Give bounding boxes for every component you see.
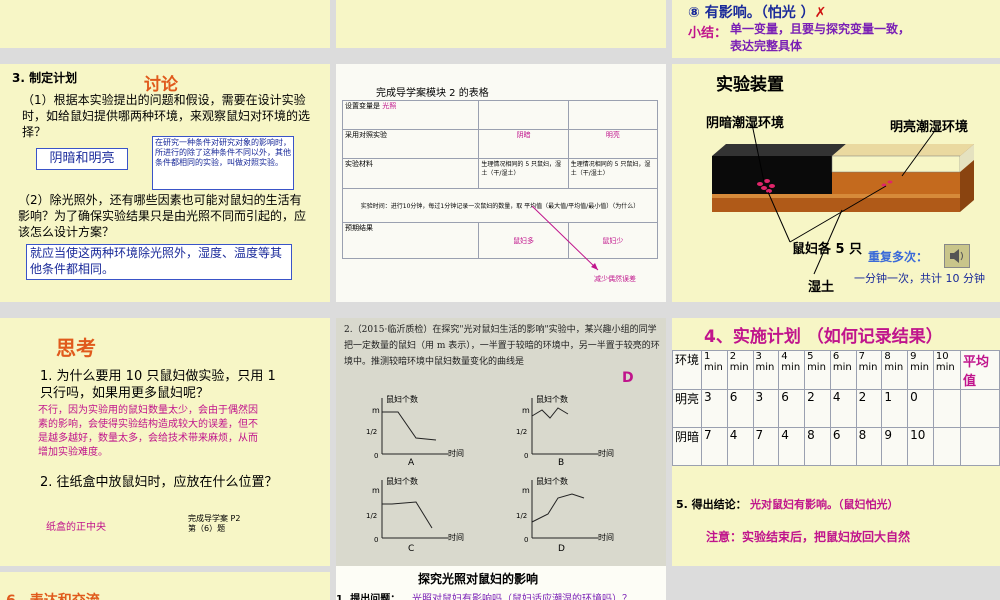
half-a: 1/2: [366, 428, 378, 436]
footer-note: 减少偶然误差: [594, 275, 636, 283]
answer-2-box: 就应当使这两种环境除光照外，湿度、温度等其他条件都相同。: [26, 244, 292, 280]
option-b: B: [558, 458, 565, 468]
summary-label: 小结：: [688, 26, 728, 41]
curve-options: [381, 398, 598, 539]
xlabel-b: 时间: [598, 449, 614, 458]
think-question-2: 2. 往纸盒中放鼠妇时，应放在什么位置？: [40, 475, 278, 490]
repeat-detail: 一分钟一次，共计 10 分钟: [854, 272, 985, 285]
bottom-q-label: 1. 提出问题：: [336, 594, 401, 600]
zero-d: 0: [524, 536, 529, 544]
worksheet-ref: 完成导学案 P2 第（6）题: [188, 514, 241, 533]
option-c: C: [408, 544, 415, 554]
results-table: 环境 1 min 2 min 3 min 4 min 5 min 6 min 7…: [672, 350, 1000, 466]
option-d: D: [558, 544, 565, 554]
option-a: A: [408, 458, 415, 468]
m-a: m: [372, 406, 380, 415]
express-heading: 6、表达和交流: [6, 590, 100, 600]
slide-worksheet-table: 完成导学案模块 2 的表格 设置变量是 光照 采用对照实验 阴暗 明亮 实验材料…: [336, 64, 666, 302]
summary-text2: 表达完整具体: [730, 39, 803, 53]
control-experiment-note: 在研究一种条件对研究对象的影响时，所进行的除了这种条件不同以外，其他条件都相同的…: [152, 136, 294, 190]
half-c: 1/2: [366, 512, 378, 520]
slide-top-right: ⑧ 有影响。（怕光 ）✗ 小结： 单一变量，且要与探究变量一致， 表达完整具体: [672, 0, 1000, 58]
release-note: 注意：实验结束后，把鼠妇放回大自然: [706, 530, 911, 544]
bottom-q-text: 光照对鼠妇有影响吗（鼠妇适应潮湿的环境吗）？: [412, 594, 632, 600]
summary-text1: 单一变量，且要与探究变量一致，: [730, 22, 911, 36]
zero-c: 0: [374, 536, 379, 544]
think-answer-1: 不行，因为实验用的鼠妇数量太少，会由于偶然因素的影响，会使得实验结构造成较大的误…: [38, 405, 258, 458]
slide-exam-question: 2.（2015·临沂质检）在探究"光对鼠妇生活的影响"实验中，某兴趣小组的同学把…: [336, 318, 666, 566]
plan-heading: 3. 制定计划: [12, 71, 78, 85]
half-b: 1/2: [516, 428, 528, 436]
think-question-1: 1. 为什么要用 10 只鼠妇做实验，只用 1 只行吗，如果用更多鼠妇呢？: [40, 369, 276, 401]
bottom-title: 探究光照对鼠妇的影响: [418, 572, 539, 586]
record-heading: 4、实施计划 （如何记录结果）: [704, 327, 943, 347]
ylabel-d: 鼠妇个数: [536, 477, 568, 486]
answer-1-box: 阴暗和明亮: [36, 148, 128, 170]
slide-think: 思考 1. 为什么要用 10 只鼠妇做实验，只用 1 只行吗，如果用更多鼠妇呢？…: [0, 318, 330, 566]
slide-bottom-middle: 探究光照对鼠妇的影响 1. 提出问题： 光照对鼠妇有影响吗（鼠妇适应潮湿的环境吗…: [336, 566, 666, 600]
think-answer-2: 纸盒的正中央: [46, 522, 106, 533]
slide-top-middle: [336, 0, 666, 48]
m-c: m: [372, 486, 380, 495]
slide-record-results: 4、实施计划 （如何记录结果） 环境 1 min 2 min 3 min 4 m…: [672, 318, 1000, 566]
ylabel-a: 鼠妇个数: [386, 395, 418, 404]
slide-bottom-left: 6、表达和交流: [0, 572, 330, 600]
hypothesis-line: ⑧ 有影响。（怕光 ）✗: [688, 5, 827, 21]
speaker-icon[interactable]: [944, 244, 970, 268]
slide-plan: 3. 制定计划 讨论 （1）根据本实验提出的问题和假设，需要在设计实验时，如给鼠…: [0, 64, 330, 302]
slide-apparatus: 实验装置 阴暗潮湿环境 明亮潮湿环境 鼠妇各 5 只 重复多次： 一分钟一次，共…: [672, 64, 1000, 302]
repeat-label: 重复多次：: [868, 250, 929, 264]
question-2: （2）除光照外，还有哪些因素也可能对鼠妇的生活有影响？为了确保实验结果只是由光照…: [18, 193, 307, 239]
xlabel-a: 时间: [448, 449, 464, 458]
zero-a: 0: [374, 452, 379, 460]
conclusion-label: 5. 得出结论：: [676, 498, 747, 511]
arrow-to-footer: [531, 205, 599, 271]
xlabel-c: 时间: [448, 533, 464, 542]
woodlice-count-label: 鼠妇各 5 只: [792, 242, 863, 257]
m-d: m: [522, 486, 530, 495]
ylabel-c: 鼠妇个数: [386, 477, 418, 486]
question-1: （1）根据本实验提出的问题和假设，需要在设计实验时，如给鼠妇提供哪两种环境，来观…: [22, 93, 311, 139]
soil-label: 湿土: [808, 280, 835, 295]
conclusion-text: 光对鼠妇有影响。（鼠妇怕光）: [750, 498, 899, 511]
half-d: 1/2: [516, 512, 528, 520]
think-title: 思考: [56, 336, 96, 360]
zero-b: 0: [524, 452, 529, 460]
ylabel-b: 鼠妇个数: [536, 395, 568, 404]
m-b: m: [522, 406, 530, 415]
slide-top-left: [0, 0, 330, 48]
xlabel-d: 时间: [598, 533, 614, 542]
